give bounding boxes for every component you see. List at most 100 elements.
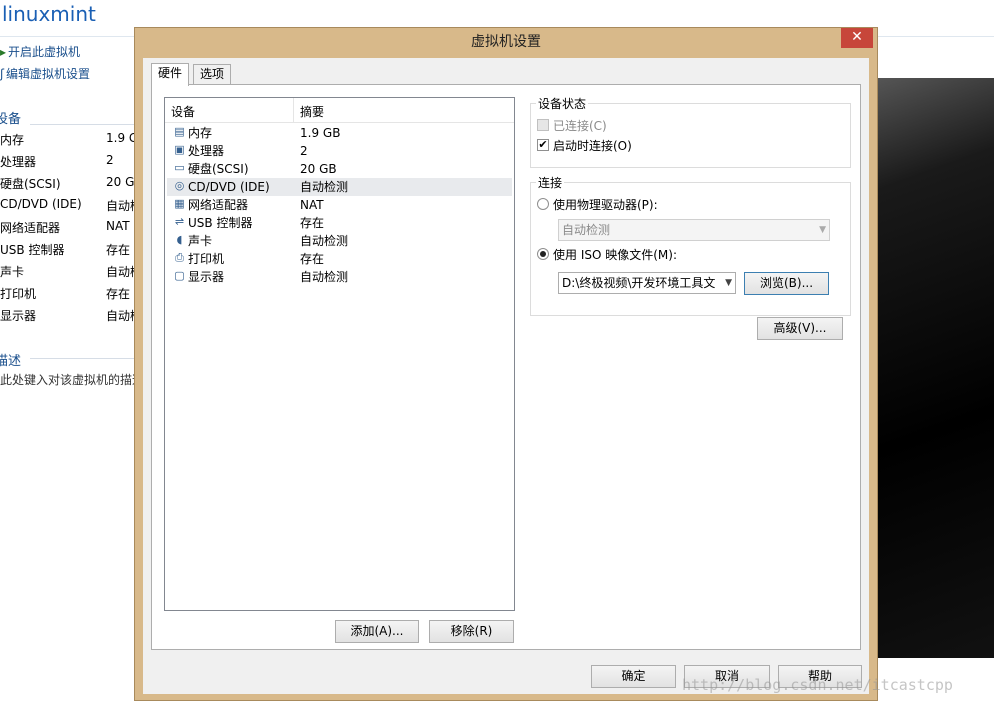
column-header-device[interactable]: 设备 (171, 103, 195, 120)
network-adapter-icon: ▦ (174, 197, 185, 210)
device-row-memory[interactable]: ▤ 内存 1.9 GB (167, 124, 512, 142)
device-summary: 2 (300, 144, 308, 158)
cd-dvd-icon: ◎ (174, 179, 185, 192)
iso-image-label: 使用 ISO 映像文件(M): (553, 248, 677, 262)
close-button[interactable]: ✕ (841, 28, 873, 48)
dialog-body: 硬件 选项 设备 摘要 ▤ 内存 1.9 GB ▣ 处理器 2 ▭ 硬盘(SCS… (143, 58, 869, 694)
device-row-sound-card[interactable]: ◖ 声卡 自动检测 (167, 232, 512, 250)
iso-path-select[interactable]: D:\终极视频\开发环境工具文 ▼ (558, 272, 736, 294)
device-summary: 自动检测 (300, 234, 349, 248)
bg-device-name: 内存 (0, 133, 25, 147)
tab-hardware[interactable]: 硬件 (151, 63, 190, 86)
bg-device-row[interactable]: 网络适配器 NAT (0, 219, 140, 241)
bg-device-value: 存在 (106, 287, 131, 301)
bg-device-row[interactable]: USB 控制器 存在 (0, 241, 140, 263)
bg-device-row[interactable]: 内存 1.9 G (0, 131, 140, 153)
bg-device-row[interactable]: CD/DVD (IDE) 自动检 (0, 197, 142, 219)
device-row-display[interactable]: ▢ 显示器 自动检测 (167, 268, 512, 286)
iso-image-radio[interactable] (537, 248, 549, 260)
bg-device-row[interactable]: 显示器 自动检 (0, 307, 142, 329)
physical-drive-label: 使用物理驱动器(P): (553, 198, 658, 212)
bg-device-value: NAT (106, 219, 130, 233)
device-row-hard-disk[interactable]: ▭ 硬盘(SCSI) 20 GB (167, 160, 512, 178)
connected-checkbox[interactable] (537, 119, 549, 131)
bg-device-name: 显示器 (0, 309, 37, 323)
edit-settings-link[interactable]: ʃ 编辑虚拟机设置 (0, 65, 90, 82)
device-name: USB 控制器 (188, 216, 253, 230)
watermark: http://blog.csdn.net/itcastcpp (682, 676, 953, 694)
bg-device-value: 存在 (106, 243, 131, 257)
column-divider (293, 98, 294, 122)
sound-card-icon: ◖ (176, 233, 183, 246)
memory-icon: ▤ (174, 125, 185, 138)
device-list[interactable]: 设备 摘要 ▤ 内存 1.9 GB ▣ 处理器 2 ▭ 硬盘(SCSI) 20 … (164, 97, 515, 611)
ok-button[interactable]: 确定 (591, 665, 676, 688)
bg-device-value: 2 (106, 153, 114, 167)
column-header-summary[interactable]: 摘要 (300, 103, 324, 120)
bg-device-name: 硬盘(SCSI) (0, 177, 61, 191)
bg-device-name: 处理器 (0, 155, 37, 169)
printer-icon: ⎙ (175, 251, 184, 264)
wrench-icon: ʃ (0, 67, 5, 81)
device-row-printer[interactable]: ⎙ 打印机 存在 (167, 250, 512, 268)
connect-at-power-on-checkbox[interactable]: ✔ (537, 139, 549, 151)
bg-device-row[interactable]: 处理器 2 (0, 153, 140, 175)
tab-options[interactable]: 选项 (193, 64, 232, 85)
device-summary: 存在 (300, 216, 325, 230)
device-name: 网络适配器 (188, 198, 249, 212)
dialog-title: 虚拟机设置 (471, 34, 541, 50)
device-name: 打印机 (188, 252, 225, 266)
device-summary: 自动检测 (300, 180, 349, 194)
devices-section-divider (30, 124, 136, 125)
device-row-cd-dvd[interactable]: ◎ CD/DVD (IDE) 自动检测 (167, 178, 512, 196)
remove-device-button[interactable]: 移除(R) (429, 620, 514, 643)
description-section-title: 描述 (0, 354, 22, 369)
hardware-tab-panel: 设备 摘要 ▤ 内存 1.9 GB ▣ 处理器 2 ▭ 硬盘(SCSI) 20 … (151, 84, 861, 650)
device-row-processor[interactable]: ▣ 处理器 2 (167, 142, 512, 160)
device-name: 处理器 (188, 144, 225, 158)
power-on-link[interactable]: ▸ 开启此虚拟机 (0, 43, 80, 60)
device-summary: NAT (300, 198, 324, 212)
play-icon: ▸ (0, 45, 7, 59)
bg-device-value: 20 G (106, 175, 135, 189)
device-summary: 存在 (300, 252, 325, 266)
usb-icon: ⇌ (174, 215, 185, 228)
bg-device-row[interactable]: 打印机 存在 (0, 285, 140, 307)
device-status-title: 设备状态 (536, 95, 589, 112)
edit-settings-label: 编辑虚拟机设置 (6, 67, 91, 81)
close-icon: ✕ (851, 29, 863, 45)
power-on-label: 开启此虚拟机 (8, 45, 81, 59)
device-name: 显示器 (188, 270, 225, 284)
connection-title: 连接 (536, 174, 565, 191)
bg-device-name: USB 控制器 (0, 243, 65, 257)
browse-button[interactable]: 浏览(B)... (744, 272, 829, 295)
device-name: CD/DVD (IDE) (188, 180, 270, 194)
add-device-button[interactable]: 添加(A)... (335, 620, 419, 643)
bg-device-row[interactable]: 声卡 自动检 (0, 263, 142, 285)
advanced-button[interactable]: 高级(V)... (757, 317, 843, 340)
physical-drive-select[interactable]: 自动检测 ▼ (558, 219, 830, 241)
device-row-network-adapter[interactable]: ▦ 网络适配器 NAT (167, 196, 512, 214)
description-field[interactable]: 在此处键入对该虚拟机的描述 (0, 371, 144, 388)
display-icon: ▢ (174, 269, 185, 282)
physical-drive-radio[interactable] (537, 198, 549, 210)
devices-section-title: 设备 (0, 112, 22, 127)
processor-icon: ▣ (174, 143, 185, 156)
vm-settings-dialog: 虚拟机设置 ✕ 硬件 选项 设备 摘要 ▤ 内存 1.9 GB ▣ 处理器 2 … (134, 27, 878, 701)
bg-device-row[interactable]: 硬盘(SCSI) 20 G (0, 175, 140, 197)
physical-drive-value: 自动检测 (562, 223, 611, 237)
iso-path-value: D:\终极视频\开发环境工具文 (562, 276, 716, 290)
chevron-down-icon: ▼ (819, 225, 826, 235)
description-section-divider (30, 358, 136, 359)
bg-device-name: 声卡 (0, 265, 25, 279)
bg-device-name: 打印机 (0, 287, 37, 301)
connect-at-power-on-label: 启动时连接(O) (553, 139, 632, 153)
bg-device-name: CD/DVD (IDE) (0, 197, 82, 211)
device-name: 声卡 (188, 234, 213, 248)
device-name: 内存 (188, 126, 213, 140)
device-row-usb[interactable]: ⇌ USB 控制器 存在 (167, 214, 512, 232)
hard-disk-icon: ▭ (174, 161, 185, 174)
chevron-down-icon: ▼ (725, 278, 732, 288)
device-summary: 1.9 GB (300, 126, 341, 140)
vm-name-title: linuxmint (2, 2, 96, 26)
